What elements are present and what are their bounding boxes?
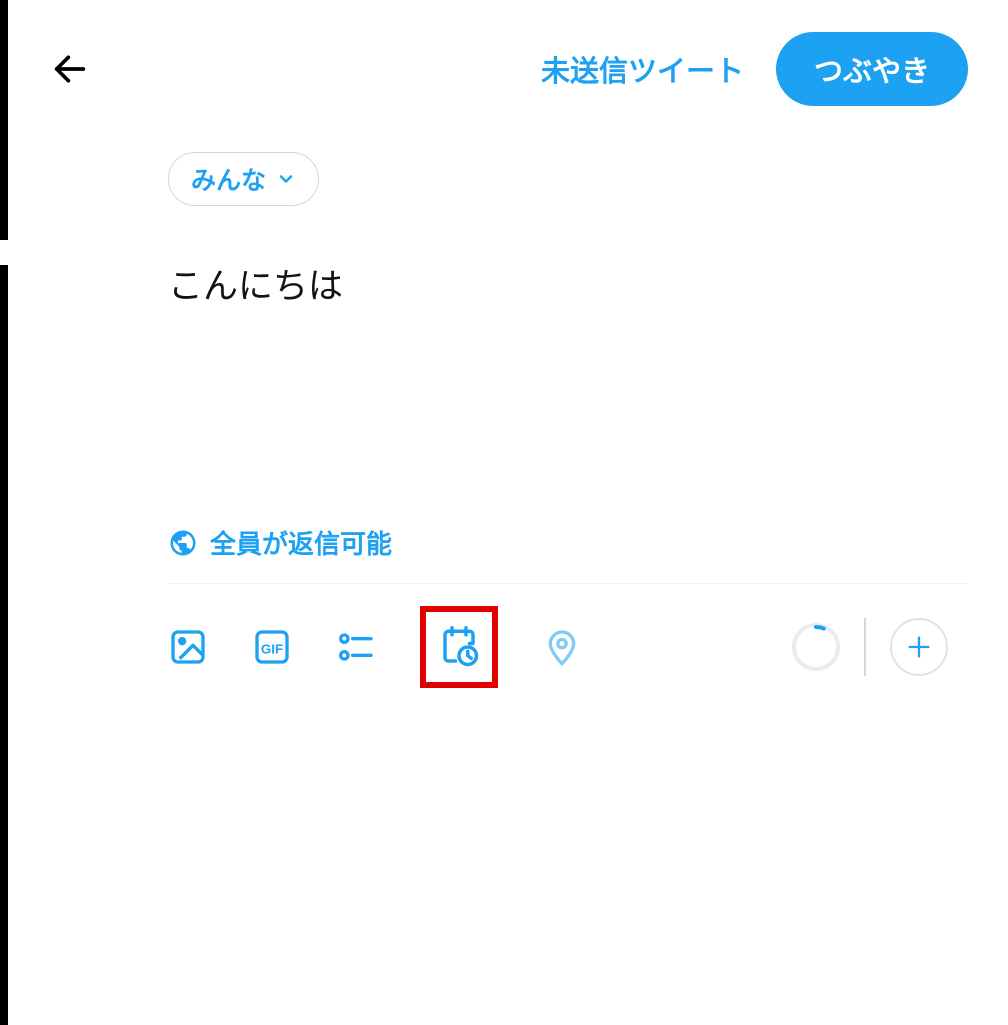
progress-arc-icon [792, 623, 840, 671]
compose-header: 未送信ツイート つぶやき [0, 0, 1008, 124]
tweet-text-input[interactable]: こんにちは [168, 258, 1008, 309]
vertical-divider [864, 618, 866, 676]
reply-settings[interactable]: 全員が返信可能 [168, 524, 1008, 583]
add-tweet-button[interactable] [890, 618, 948, 676]
add-gif-button[interactable]: GIF [252, 627, 292, 667]
audience-label: みんな [191, 161, 266, 197]
gif-icon: GIF [252, 627, 292, 667]
schedule-icon [438, 626, 480, 668]
poll-icon [336, 627, 376, 667]
audience-selector[interactable]: みんな [168, 152, 319, 206]
tweet-button[interactable]: つぶやき [776, 32, 968, 106]
back-arrow-icon [50, 49, 90, 89]
header-right: 未送信ツイート つぶやき [541, 32, 968, 106]
location-icon [542, 627, 582, 667]
compose-content: みんな こんにちは 全員が返信可能 [0, 124, 1008, 583]
schedule-button[interactable] [438, 626, 480, 668]
back-button[interactable] [50, 49, 90, 89]
tool-icons: GIF [168, 606, 582, 688]
schedule-highlight-box [420, 606, 498, 688]
drafts-link[interactable]: 未送信ツイート [541, 48, 744, 90]
left-edge-bar [0, 0, 8, 240]
reply-settings-label: 全員が返信可能 [210, 524, 392, 561]
svg-text:GIF: GIF [261, 642, 283, 657]
compose-toolbar: GIF [0, 584, 1008, 688]
left-edge-bar [0, 265, 8, 1025]
add-location-button[interactable] [542, 627, 582, 667]
toolbar-right [792, 618, 948, 676]
chevron-down-icon [276, 169, 296, 189]
globe-icon [168, 528, 198, 558]
add-image-button[interactable] [168, 627, 208, 667]
plus-icon [905, 633, 933, 661]
add-poll-button[interactable] [336, 627, 376, 667]
character-count-progress [792, 623, 840, 671]
image-icon [168, 627, 208, 667]
